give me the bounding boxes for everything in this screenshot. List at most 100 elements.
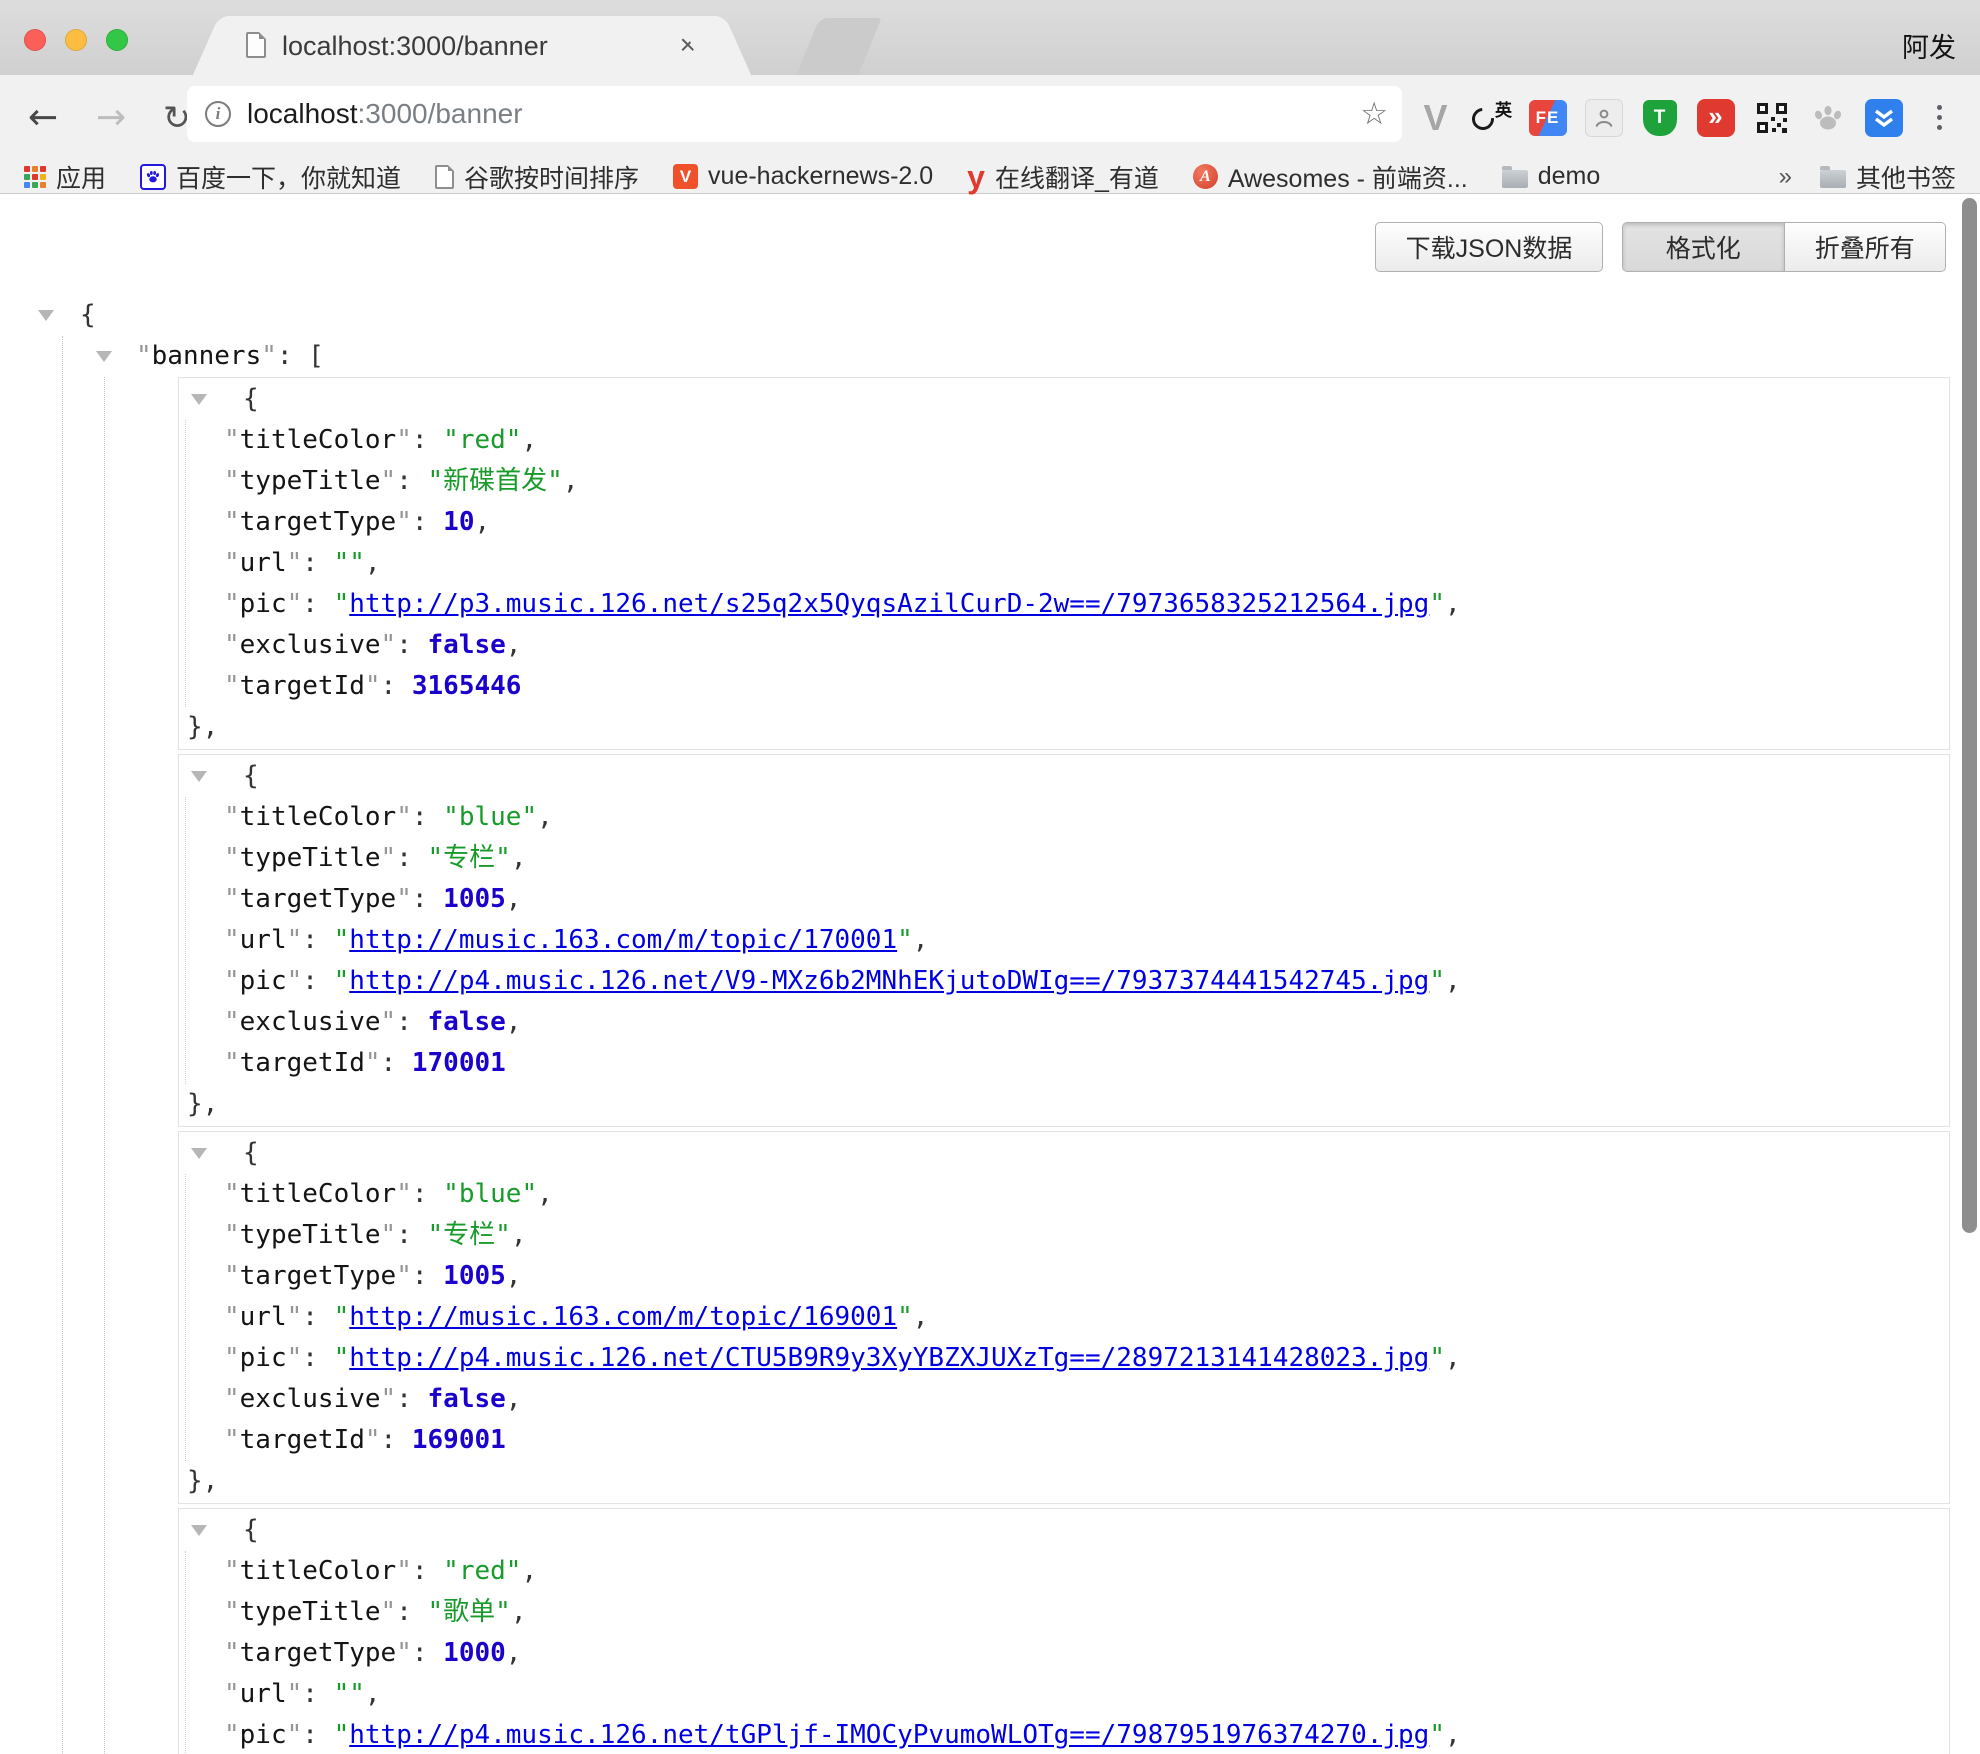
- comma: ,: [537, 1179, 553, 1209]
- comma: ,: [511, 843, 527, 873]
- object-open-brace: {: [243, 1515, 259, 1545]
- quote: ": [381, 1384, 397, 1414]
- tab-close-icon[interactable]: ×: [680, 29, 696, 61]
- qr-code-icon[interactable]: [1748, 94, 1795, 142]
- address-bar[interactable]: i localhost:3000/banner ☆: [187, 86, 1402, 142]
- quote: ": [224, 425, 240, 455]
- collapse-triangle-icon[interactable]: [38, 310, 54, 321]
- bookmark-vue-hackernews[interactable]: V vue-hackernews-2.0: [673, 162, 933, 191]
- comma: ,: [506, 1384, 522, 1414]
- comma: ,: [913, 1302, 929, 1332]
- translate-extension-icon[interactable]: 英: [1468, 94, 1515, 142]
- json-property-line: "exclusive": false,: [186, 1379, 1949, 1420]
- page-info-icon[interactable]: i: [205, 101, 231, 127]
- json-property-line: "typeTitle": "歌单",: [186, 1592, 1949, 1633]
- json-link-value[interactable]: http://music.163.com/m/topic/169001: [349, 1302, 897, 1332]
- new-tab-button[interactable]: [796, 18, 881, 75]
- json-link-value[interactable]: http://p3.music.126.net/s25q2x5QyqsAzilC…: [349, 589, 1429, 619]
- fe-extension-icon[interactable]: FE: [1524, 94, 1571, 142]
- array-open-bracket: [: [308, 341, 324, 371]
- bookmark-baidu[interactable]: 百度一下，你就知道: [140, 159, 401, 195]
- scrollbar-thumb[interactable]: [1962, 198, 1977, 1233]
- quote: ": [365, 1425, 381, 1455]
- quote: ": [396, 1638, 412, 1668]
- download-manager-icon[interactable]: [1860, 94, 1907, 142]
- json-key: url: [240, 1302, 287, 1332]
- browser-tab[interactable]: localhost:3000/banner ×: [230, 16, 714, 75]
- collapse-triangle-icon[interactable]: [191, 394, 207, 405]
- json-property-line: "titleColor": "blue",: [186, 797, 1949, 838]
- quote: ": [287, 925, 303, 955]
- quote: ": [224, 1556, 240, 1586]
- browser-toolbar: ← → ↻ i localhost:3000/banner ☆ V 英 FE T…: [0, 75, 1980, 160]
- json-link-value[interactable]: http://p4.music.126.net/tGPljf-IMOCyPvum…: [349, 1720, 1429, 1750]
- fullscreen-window-button[interactable]: [106, 29, 128, 51]
- bookmarks-overflow-chevron[interactable]: »: [1779, 163, 1792, 191]
- collapse-all-button[interactable]: 折叠所有: [1784, 223, 1946, 271]
- colon: :: [412, 1556, 443, 1586]
- json-property-line: "targetType": 1005,: [186, 1256, 1949, 1297]
- other-bookmarks-label: 其他书签: [1856, 159, 1956, 195]
- browser-profile-name[interactable]: 阿发: [1902, 26, 1956, 65]
- json-object-close-line: },: [179, 1461, 1949, 1502]
- quote: ": [381, 466, 397, 496]
- page-content: 下载JSON数据 格式化 折叠所有 { "banners": [ {"title…: [0, 195, 1980, 1754]
- quote: ": [287, 1343, 303, 1373]
- download-json-button[interactable]: 下载JSON数据: [1375, 222, 1603, 272]
- bookmark-folder-demo[interactable]: demo: [1502, 162, 1601, 191]
- json-link-value[interactable]: http://p4.music.126.net/V9-MXz6b2MNhEKju…: [349, 966, 1429, 996]
- bookmark-awesomes[interactable]: A Awesomes - 前端资...: [1193, 159, 1468, 195]
- json-key: typeTitle: [240, 466, 381, 496]
- collapse-triangle-icon[interactable]: [96, 351, 112, 362]
- quote: ": [224, 802, 240, 832]
- video-downloader-icon[interactable]: »: [1692, 94, 1739, 142]
- vimium-extension-icon[interactable]: V: [1412, 94, 1459, 142]
- bookmarks-bar: 应用 百度一下，你就知道 谷歌按时间排序 V vue-hackernews-2.…: [0, 160, 1980, 194]
- close-window-button[interactable]: [24, 29, 46, 51]
- comma: ,: [506, 1638, 522, 1668]
- other-bookmarks-folder[interactable]: 其他书签: [1820, 159, 1956, 195]
- collapse-triangle-icon[interactable]: [191, 1525, 207, 1536]
- minimize-window-button[interactable]: [65, 29, 87, 51]
- indent-guide: [62, 336, 63, 1754]
- person-icon: [1585, 99, 1623, 137]
- json-property-line: "url": "http://music.163.com/m/topic/170…: [186, 920, 1949, 961]
- baidu-paw-icon: [140, 164, 166, 190]
- json-link-value[interactable]: http://music.163.com/m/topic/170001: [349, 925, 897, 955]
- quote: ": [224, 589, 240, 619]
- paw-extension-icon[interactable]: [1804, 94, 1851, 142]
- bookmark-apps[interactable]: 应用: [24, 159, 106, 195]
- json-root-line: {: [0, 295, 1980, 336]
- json-key: titleColor: [240, 425, 397, 455]
- forward-button[interactable]: →: [96, 75, 126, 160]
- root-open-brace: {: [80, 300, 96, 330]
- collapse-triangle-icon[interactable]: [191, 771, 207, 782]
- bookmark-google-sort[interactable]: 谷歌按时间排序: [435, 159, 639, 195]
- quote: ": [334, 589, 350, 619]
- tampermonkey-shield-icon[interactable]: T: [1636, 94, 1683, 142]
- browser-menu-button[interactable]: [1916, 94, 1963, 142]
- json-number-value: 170001: [412, 1048, 506, 1078]
- quote: ": [396, 1556, 412, 1586]
- quote: ": [287, 589, 303, 619]
- sitemap-extension-icon[interactable]: [1580, 94, 1627, 142]
- json-link-value[interactable]: http://p4.music.126.net/CTU5B9R9y3XyYBZX…: [349, 1343, 1429, 1373]
- back-button[interactable]: ←: [28, 75, 58, 160]
- json-property-line: "targetType": 1005,: [186, 879, 1949, 920]
- quote: ": [224, 1384, 240, 1414]
- quote: ": [224, 1638, 240, 1668]
- folder-icon: [1820, 170, 1846, 188]
- format-button[interactable]: 格式化: [1623, 223, 1784, 271]
- json-string-value: "专栏": [428, 1220, 511, 1250]
- colon: :: [302, 548, 333, 578]
- bookmark-youdao[interactable]: y 在线翻译_有道: [967, 159, 1159, 195]
- json-object-open-line: {: [179, 1133, 1949, 1174]
- tab-title: localhost:3000/banner: [282, 31, 662, 62]
- bookmark-star-icon[interactable]: ☆: [1360, 86, 1388, 142]
- bookmark-label: Awesomes - 前端资...: [1228, 159, 1468, 195]
- collapse-triangle-icon[interactable]: [191, 1148, 207, 1159]
- colon: :: [396, 466, 427, 496]
- quote: ": [224, 1679, 240, 1709]
- quote: ": [396, 1261, 412, 1291]
- json-property-line: "typeTitle": "专栏",: [186, 1215, 1949, 1256]
